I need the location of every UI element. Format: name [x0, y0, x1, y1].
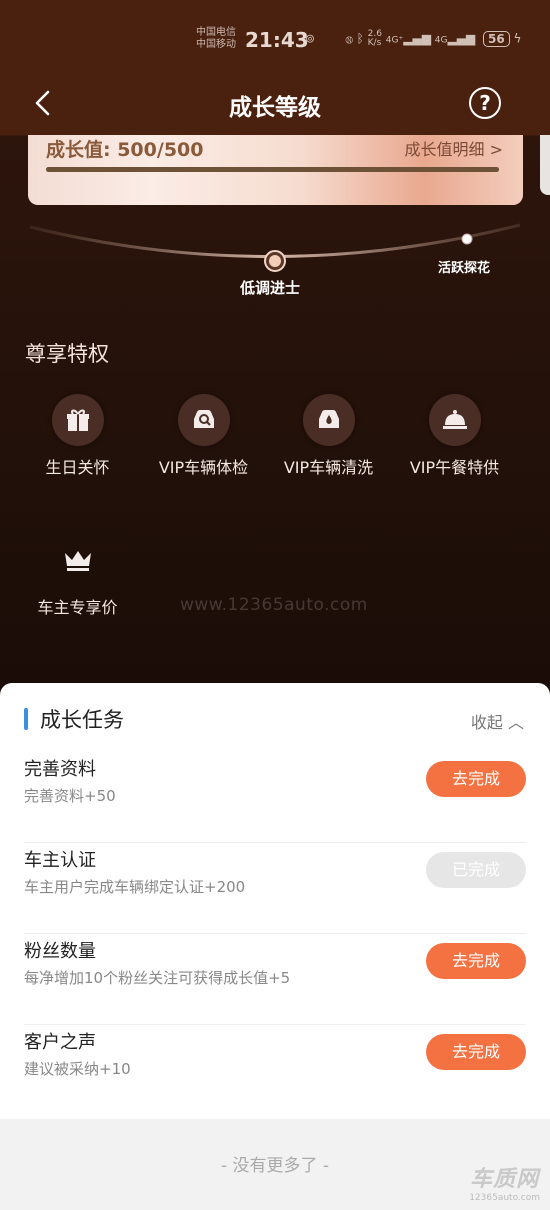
- signal-icon: ▂▄▆: [403, 31, 431, 46]
- task-row: 车主认证 车主用户完成车辆绑定认证+200 已完成: [24, 844, 526, 934]
- logo-subtext: 12365auto.com: [469, 1193, 540, 1203]
- no-more-text: - 没有更多了 -: [220, 1156, 330, 1176]
- task-description: 车主用户完成车辆绑定认证+200: [24, 878, 246, 896]
- privilege-birthday[interactable]: 生日关怀: [15, 394, 140, 478]
- growth-value: 成长值: 500/500: [46, 139, 204, 161]
- task-description: 每净增加10个粉丝关注可获得成长值+5: [24, 969, 291, 987]
- charging-icon: ϟ: [513, 31, 522, 46]
- task-action-button[interactable]: 去完成: [426, 1034, 526, 1070]
- privilege-lunch[interactable]: VIP午餐特供: [392, 394, 517, 478]
- status-icons: ⊚ Ⓝ ᛒ 2.6 K/s 4G⁺▂▄▆ 4G▂▄▆ 56 ϟ: [305, 30, 521, 48]
- task-description: 建议被采纳+10: [24, 1060, 131, 1078]
- carrier-names: 中国电信 中国移动: [196, 27, 236, 51]
- carrier-2: 中国移动: [196, 39, 236, 50]
- nav-bar: 成长等级 ?: [0, 80, 550, 130]
- help-icon[interactable]: ?: [469, 87, 501, 119]
- dining-bell-icon: [428, 394, 481, 446]
- privileges-title: 尊享特权: [25, 342, 109, 366]
- battery-icon: 56: [482, 30, 510, 47]
- privilege-label: VIP午餐特供: [409, 458, 500, 477]
- carrier-1: 中国电信: [196, 27, 236, 38]
- next-card-peek: [540, 135, 550, 195]
- task-row: 粉丝数量 每净增加10个粉丝关注可获得成长值+5 去完成: [24, 935, 526, 1025]
- privilege-label: 生日关怀: [45, 458, 110, 477]
- divider: [24, 842, 526, 843]
- task-action-button[interactable]: 去完成: [426, 761, 526, 797]
- growth-tasks-panel: 成长任务 收起 ︿ 完善资料 完善资料+50 去完成 车主认证 车主用户完成车辆…: [0, 683, 550, 1210]
- privilege-label: 车主专享价: [37, 598, 118, 617]
- task-name: 完善资料: [24, 759, 96, 780]
- task-description: 完善资料+50: [24, 787, 116, 805]
- page-title: 成长等级: [229, 95, 321, 121]
- network-speed: 2.6 K/s: [367, 29, 382, 48]
- growth-progress-bar: [46, 167, 499, 172]
- car-inspection-icon: [177, 394, 230, 446]
- task-name: 粉丝数量: [24, 941, 96, 962]
- current-level-label: 低调进士: [240, 279, 301, 297]
- task-completed-button: 已完成: [426, 852, 526, 888]
- privilege-owner-price[interactable]: 车主专享价: [15, 534, 140, 618]
- divider: [24, 1024, 526, 1025]
- next-level-marker: [461, 233, 473, 245]
- notification-icon: ⊚: [305, 31, 316, 46]
- watermark-logo: 车质网 12365auto.com: [469, 1161, 540, 1203]
- logo-text: 车质网: [470, 1167, 540, 1192]
- collapse-button[interactable]: 收起 ︿: [471, 709, 524, 733]
- crown-icon: [52, 534, 104, 586]
- nfc-icon: Ⓝ: [345, 31, 353, 46]
- task-row: 客户之声 建议被采纳+10 去完成: [24, 1026, 526, 1116]
- clock: 21:43: [245, 28, 309, 52]
- next-level-label: 活跃探花: [438, 261, 491, 276]
- current-level-dot: [269, 255, 281, 267]
- car-wash-icon: [302, 394, 355, 446]
- task-row: 完善资料 完善资料+50 去完成: [24, 753, 526, 843]
- divider: [24, 933, 526, 934]
- watermark: www.12365auto.com: [180, 595, 368, 615]
- bluetooth-icon: ᛒ: [356, 31, 364, 46]
- growth-detail-link[interactable]: 成长值明细 >: [405, 136, 504, 160]
- list-footer: - 没有更多了 - 车质网 12365auto.com: [0, 1119, 550, 1210]
- tasks-title: 成长任务: [40, 708, 124, 732]
- signal-icon-2: ▂▄▆: [447, 31, 476, 46]
- gift-icon: [51, 394, 104, 446]
- task-action-button[interactable]: 去完成: [426, 943, 526, 979]
- privilege-car-inspection[interactable]: VIP车辆体检: [141, 394, 266, 478]
- privilege-car-wash[interactable]: VIP车辆清洗: [266, 394, 391, 478]
- task-name: 客户之声: [24, 1032, 96, 1053]
- section-accent-bar: [24, 708, 28, 730]
- status-bar: 中国电信 中国移动 21:43 ⊚ Ⓝ ᛒ 2.6 K/s 4G⁺▂▄▆ 4G▂…: [0, 0, 550, 70]
- network-type-2: 4G: [434, 35, 448, 46]
- network-type-1: 4G⁺: [385, 35, 404, 46]
- privilege-label: VIP车辆清洗: [283, 458, 374, 477]
- growth-progress-fill: [46, 167, 499, 172]
- privilege-label: VIP车辆体检: [158, 458, 249, 477]
- growth-value-card: 成长值: 500/500 成长值明细 >: [28, 135, 523, 205]
- task-name: 车主认证: [24, 850, 96, 871]
